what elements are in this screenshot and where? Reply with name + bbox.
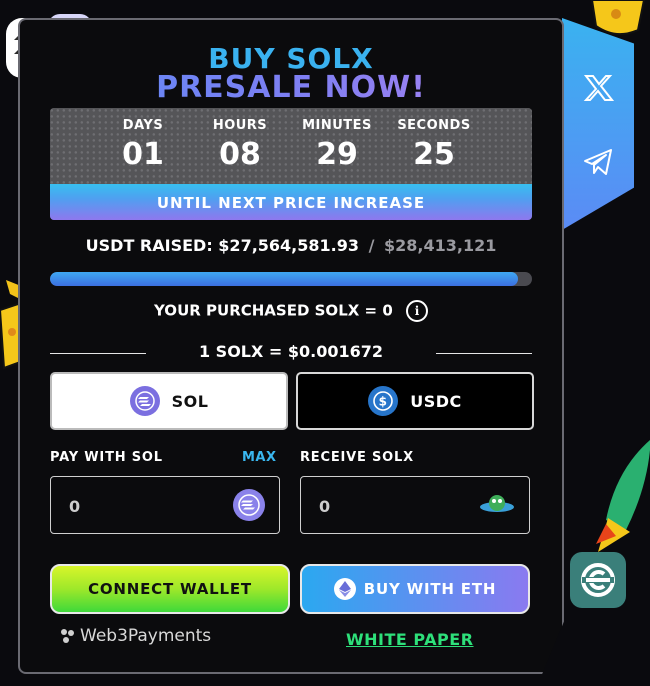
solx-token-icon [479, 491, 515, 519]
receive-input[interactable] [317, 493, 471, 519]
countdown-value: 01 [122, 137, 164, 172]
eth-icon [333, 578, 356, 600]
token-usdc-button[interactable]: $ USDC [296, 372, 534, 430]
x-logo-icon[interactable] [580, 70, 616, 106]
background-rocket [596, 440, 650, 560]
token-sol-button[interactable]: SOL [50, 372, 288, 430]
web3payments-icon [61, 629, 74, 643]
sol-icon [233, 489, 265, 521]
white-paper-link[interactable]: WHITE PAPER [346, 630, 474, 649]
max-button[interactable]: MAX [242, 450, 277, 465]
raised-separator: / [368, 236, 375, 255]
countdown-value: 25 [413, 137, 455, 172]
countdown-hours: HOURS 08 [195, 118, 285, 172]
raised-progress-bar [50, 272, 532, 286]
web3payments-label: Web3Payments [80, 626, 212, 646]
raised-goal: $28,413,121 [384, 236, 497, 255]
raised-label: USDT RAISED: [85, 236, 213, 255]
pay-input-box [50, 476, 280, 534]
raised-amount: $27,564,581.93 [218, 236, 359, 255]
pay-label: PAY WITH SOL [50, 450, 163, 465]
connect-wallet-button[interactable]: CONNECT WALLET [50, 564, 290, 614]
web3payments-brand: Web3Payments [60, 626, 211, 646]
price-increase-banner: UNTIL NEXT PRICE INCREASE [50, 184, 532, 220]
usdc-icon: $ [368, 386, 399, 416]
receive-label: RECEIVE SOLX [300, 450, 414, 465]
presale-widget: BUY SOLX PRESALE NOW! DAYS 01 HOURS 08 M… [18, 18, 564, 674]
purchased-balance: YOUR PURCHASED SOLX = 0 i [20, 300, 562, 322]
countdown-label: HOURS [212, 118, 268, 133]
countdown-label: SECONDS [397, 118, 471, 133]
usdt-raised: USDT RAISED: $27,564,581.93 / $28,413,12… [20, 236, 562, 255]
rate-row: 1 SOLX = $0.001672 [50, 342, 532, 366]
token-sol-label: SOL [171, 391, 209, 411]
telegram-icon[interactable] [580, 144, 616, 180]
countdown-seconds: SECONDS 25 [389, 118, 479, 172]
title-line-2: PRESALE NOW! [20, 70, 562, 105]
countdown-label: DAYS [122, 118, 164, 133]
receive-input-box [300, 476, 530, 534]
coinwidget-badge[interactable] [570, 552, 626, 608]
countdown-days: DAYS 01 [98, 118, 188, 172]
exchange-rate: 1 SOLX = $0.001672 [198, 342, 384, 361]
countdown-timer: DAYS 01 HOURS 08 MINUTES 29 SECONDS 25 U… [50, 108, 532, 220]
countdown-minutes: MINUTES 29 [292, 118, 382, 172]
social-side-panel [562, 18, 634, 230]
pay-input[interactable] [67, 493, 221, 519]
buy-with-eth-button[interactable]: BUY WITH ETH [300, 564, 530, 614]
divider-right [436, 353, 532, 354]
countdown-value: 29 [316, 137, 358, 172]
progress-fill [50, 272, 518, 286]
buy-with-eth-label: BUY WITH ETH [363, 580, 497, 598]
info-icon[interactable]: i [406, 300, 428, 322]
token-usdc-label: USDC [410, 391, 462, 411]
svg-text:$: $ [379, 395, 388, 409]
sol-icon [129, 386, 160, 416]
countdown-label: MINUTES [302, 118, 372, 133]
purchased-text: YOUR PURCHASED SOLX = 0 [153, 301, 393, 320]
countdown-value: 08 [219, 137, 261, 172]
